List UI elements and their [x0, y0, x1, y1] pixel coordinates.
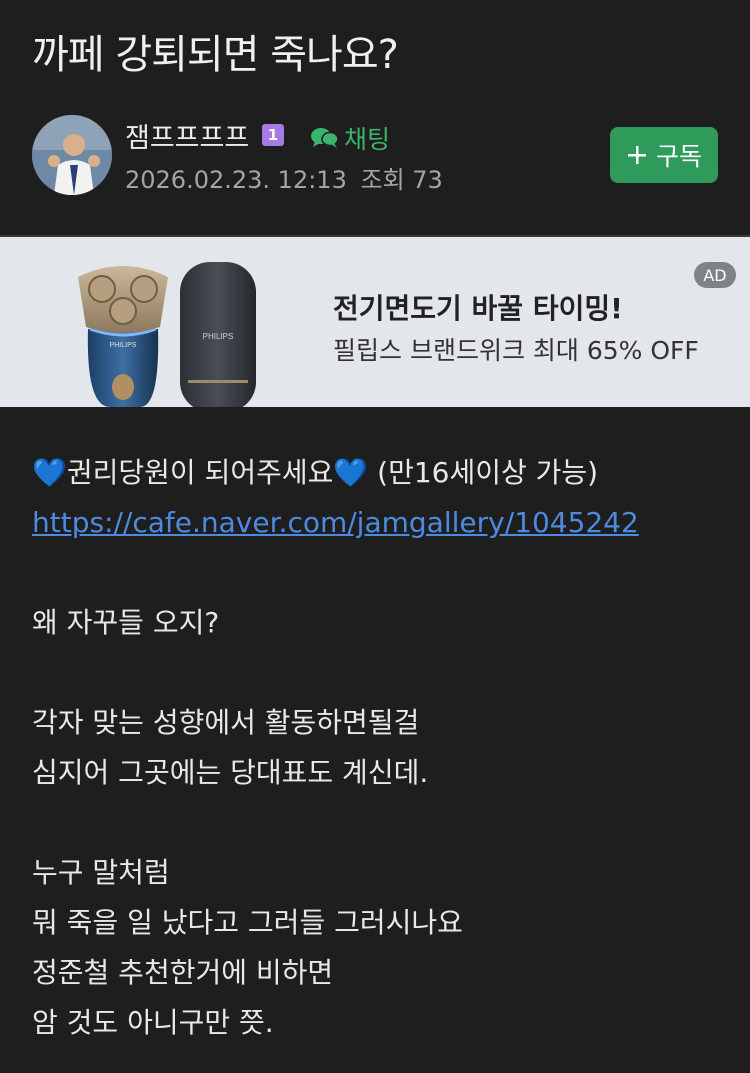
notice-line: 💙권리당원이 되어주세요💙 (만16세이상 가능) [32, 448, 722, 498]
ad-badge: AD [694, 262, 736, 288]
content-line: 왜 자꾸들 오지? [32, 606, 220, 639]
post-content: 💙권리당원이 되어주세요💙 (만16세이상 가능) https://cafe.n… [32, 448, 722, 1048]
case-brand-text: PHILIPS [203, 332, 234, 341]
blue-heart-icon: 💙 [333, 456, 369, 489]
post-meta: 2026.02.23. 12:13 조회 73 [125, 160, 443, 195]
avatar[interactable] [32, 115, 112, 195]
ad-subline: 필립스 브랜드위크 최대 65% OFF [333, 336, 699, 365]
chat-button[interactable]: 채팅 [310, 120, 390, 156]
chat-label: 채팅 [344, 125, 391, 154]
shaver-brand-text: PHILIPS [110, 342, 137, 349]
plus-icon [627, 146, 646, 164]
ad-headline: 전기면도기 바꿀 타이밍! [333, 292, 623, 325]
content-line: 암 것도 아니구만 쯧. [32, 1006, 274, 1039]
notice-text: 권리당원이 되어주세요 [66, 456, 334, 489]
ad-banner[interactable]: PHILIPS PHILIPS 전기면도기 바꿀 타이밍! 필립스 브랜드위크 … [0, 237, 750, 407]
shaver-product-image: PHILIPS PHILIPS [78, 262, 256, 407]
content-line: 누구 말처럼 [32, 856, 170, 889]
content-line: 심지어 그곳에는 당대표도 계신데. [32, 756, 429, 789]
content-line: 정준철 추천한거에 비하면 [32, 956, 334, 989]
cafe-link[interactable]: https://cafe.naver.com/jamgallery/104524… [32, 506, 639, 539]
view-count: 조회 73 [360, 166, 443, 194]
blue-heart-icon: 💙 [32, 456, 67, 489]
avatar-image [32, 115, 112, 195]
author-name[interactable]: 잼프프프프 [125, 116, 249, 155]
post-title: 까페 강퇴되면 죽나요? [32, 32, 399, 78]
content-line: 각자 맞는 성향에서 활동하면될걸 [32, 706, 420, 739]
chat-bubble-icon [311, 128, 339, 148]
notice-suffix: (만16세이상 가능) [368, 456, 599, 489]
subscribe-label: 구독 [655, 142, 702, 171]
level-badge: 1 [262, 124, 284, 146]
post-date: 2026.02.23. 12:13 [125, 166, 347, 194]
content-line: 뭐 죽을 일 났다고 그러들 그러시나요 [32, 906, 463, 939]
subscribe-button[interactable]: 구독 [610, 127, 718, 183]
